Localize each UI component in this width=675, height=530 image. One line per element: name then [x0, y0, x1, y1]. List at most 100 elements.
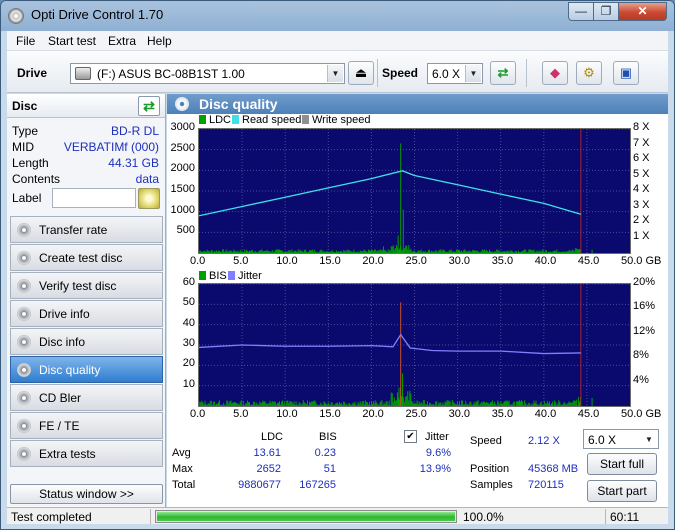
legend-swatch: [232, 115, 239, 124]
samples-value: 720115: [528, 479, 564, 491]
disc-length-label: Length: [12, 156, 49, 170]
menu-start-test[interactable]: Start test: [48, 34, 96, 48]
y-left-tick-label: 1000: [170, 203, 195, 216]
y-left-tick-label: 2000: [170, 162, 195, 175]
x-tick-label: 45.0: [577, 408, 600, 420]
legend-read-speed-label: Read speed: [242, 114, 302, 126]
nav-verify-test-disc[interactable]: Verify test disc: [10, 272, 163, 299]
disc-mid-label: MID: [12, 140, 34, 154]
x-tick-label: 30.0: [448, 255, 471, 267]
elapsed-time: 60:11: [610, 510, 640, 524]
speed-label: Speed: [382, 66, 419, 80]
menu-bar: File Start test Extra Help: [7, 31, 668, 51]
nav-cd-bler[interactable]: CD Bler: [10, 384, 163, 411]
nav-label: Disc quality: [39, 363, 101, 377]
stats-avg-bis: 0.23: [314, 447, 336, 459]
erase-button[interactable]: ◆: [542, 61, 568, 85]
menu-file[interactable]: File: [16, 34, 35, 48]
legend-jitter: Jitter: [228, 270, 262, 282]
legend-swatch: [302, 115, 309, 124]
stats-avg-ldc: 13.61: [253, 447, 281, 459]
chart-svg: [199, 284, 630, 406]
statusbar-separator: [150, 509, 151, 524]
disc-icon: [17, 447, 31, 461]
window-title: Opti Drive Control 1.70: [31, 7, 164, 22]
legend-swatch: [228, 271, 235, 280]
settings-button[interactable]: ⚙: [576, 61, 602, 85]
stats-max-bis: 51: [323, 463, 336, 475]
jitter-line: [199, 333, 581, 355]
speed-value: 2.12 X: [528, 435, 560, 447]
disc-info-row: Length 44.31 GB: [7, 156, 165, 172]
panel-header: Disc quality: [167, 94, 668, 114]
nav-label: Drive info: [39, 307, 90, 321]
eraser-icon: ◆: [550, 65, 560, 80]
stats-total-bis: 167265: [299, 479, 336, 491]
nav-create-test-disc[interactable]: Create test disc: [10, 244, 163, 271]
y-left-tick-label: 1500: [170, 183, 195, 195]
chevron-down-icon: ▼: [465, 65, 481, 82]
start-part-button[interactable]: Start part: [587, 480, 657, 502]
disc-label-label: Label: [12, 191, 42, 205]
maximize-button[interactable]: ❐: [593, 2, 619, 21]
disc-panel-title: Disc: [12, 99, 38, 113]
menu-help[interactable]: Help: [147, 34, 172, 48]
y-right-tick-label: 3 X: [633, 198, 650, 211]
disc-length-value: 44.31 GB: [108, 156, 159, 170]
nav-extra-tests[interactable]: Extra tests: [10, 440, 163, 467]
refresh-disc-button[interactable]: ⇄: [138, 96, 160, 116]
minimize-button[interactable]: —: [568, 2, 594, 21]
disc-icon: [17, 223, 31, 237]
y-left-tick-label: 2500: [170, 141, 195, 154]
nav-label: FE / TE: [39, 419, 80, 433]
stats-jitter-header: Jitter: [425, 431, 449, 443]
disc-label-input[interactable]: [52, 188, 136, 208]
disc-icon: [17, 391, 31, 405]
nav-drive-info[interactable]: Drive info: [10, 300, 163, 327]
x-tick-label: 25.0: [405, 255, 427, 267]
disc-info-row: Contents data: [7, 172, 165, 188]
legend-swatch: [199, 115, 206, 124]
save-button[interactable]: ▣: [613, 61, 639, 85]
refresh-icon: ⇄: [497, 65, 509, 80]
chevron-down-icon: ▼: [327, 65, 343, 82]
ldc-chart: [198, 128, 631, 254]
progress-fill: [157, 512, 455, 521]
drive-icon: [75, 67, 91, 80]
y-right-tick-label: 7 X: [633, 136, 650, 149]
nav-disc-quality[interactable]: Disc quality: [10, 356, 163, 383]
legend-write-speed-label: Write speed: [312, 114, 371, 126]
disc-panel-header: Disc ⇄: [7, 94, 165, 118]
x-tick-label: 15.0: [319, 408, 341, 420]
stats-bis-header: BIS: [319, 431, 337, 443]
speed-select-value: 6.0 X: [432, 67, 461, 81]
stats-max-label: Max: [172, 463, 193, 475]
y-right-tick-label: 2 X: [633, 214, 650, 226]
x-tick-label: 45.0: [577, 255, 600, 267]
test-speed-select[interactable]: 6.0 X ▼: [583, 429, 659, 449]
gear-icon: ⚙: [583, 65, 595, 80]
nav-transfer-rate[interactable]: Transfer rate: [10, 216, 163, 243]
x-tick-label: 50.0 GB: [621, 255, 662, 267]
start-full-button[interactable]: Start full: [587, 453, 657, 475]
disc-icon: [17, 335, 31, 349]
speed-select[interactable]: 6.0 X ▼: [427, 63, 483, 84]
close-button[interactable]: ✕: [618, 2, 667, 21]
nav-fe-te[interactable]: FE / TE: [10, 412, 163, 439]
bis-chart: [198, 283, 631, 407]
menu-extra[interactable]: Extra: [108, 34, 136, 48]
drive-select[interactable]: (F:) ASUS BC-08B1ST 1.00 ▼: [70, 63, 345, 84]
disc-icon: [17, 251, 31, 265]
disc-label-button[interactable]: [138, 188, 160, 209]
eject-button[interactable]: ⏏: [348, 61, 374, 85]
stats-max-ldc: 2652: [256, 463, 281, 475]
x-tick-label: 35.0: [491, 408, 514, 420]
panel-title: Disc quality: [199, 96, 278, 112]
title-bar[interactable]: Opti Drive Control 1.70 — ❐ ✕: [1, 1, 674, 31]
nav-disc-info[interactable]: Disc info: [10, 328, 163, 355]
status-window-button[interactable]: Status window >>: [10, 484, 163, 504]
nav-label: Verify test disc: [39, 279, 117, 293]
refresh-speed-button[interactable]: ⇄: [490, 61, 516, 85]
jitter-checkbox[interactable]: ✔: [404, 430, 417, 443]
x-tick-label: 5.0: [233, 408, 249, 420]
